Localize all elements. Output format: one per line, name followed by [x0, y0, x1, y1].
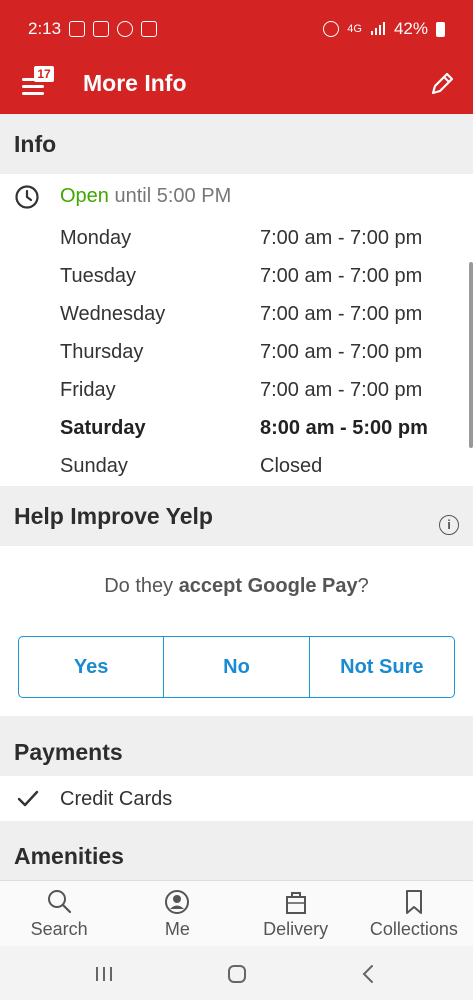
status-time: 2:13: [28, 19, 62, 38]
hours-day: Sunday: [60, 455, 128, 477]
bottom-navigation: Search Me Delivery Collections: [0, 880, 473, 946]
payments-heading: Payments: [0, 716, 473, 776]
hours-time: 7:00 am - 7:00 pm: [260, 303, 423, 325]
question-prefix: Do they: [104, 575, 179, 597]
clock-notification-icon: [117, 21, 134, 37]
hours-day: Tuesday: [60, 265, 136, 287]
hours-day: Wednesday: [60, 303, 166, 325]
help-heading: Help Improve Yelp: [0, 486, 473, 546]
checkmark-icon: [17, 790, 39, 807]
app-notification-icon: [69, 21, 86, 37]
help-heading-label: Help Improve Yelp: [14, 502, 213, 529]
open-label: Open: [60, 185, 109, 207]
info-icon[interactable]: i: [439, 515, 459, 535]
search-icon: [48, 890, 72, 914]
menu-button[interactable]: 17: [20, 66, 60, 100]
nav-label: Me: [164, 919, 190, 939]
bookmark-icon: [405, 890, 422, 914]
notification-badge: 17: [34, 66, 54, 82]
hours-day: Saturday: [60, 417, 146, 439]
profile-icon: [165, 890, 190, 914]
edit-pencil-icon[interactable]: [427, 69, 457, 99]
hours-time: 7:00 am - 7:00 pm: [260, 227, 423, 249]
open-status: Open until 5:00 PM: [60, 185, 231, 208]
nav-me[interactable]: Me: [118, 881, 236, 946]
not-sure-button[interactable]: Not Sure: [310, 637, 454, 697]
nav-collections[interactable]: Collections: [355, 881, 473, 946]
info-heading: Info: [0, 114, 473, 174]
system-navigation-bar: [0, 946, 473, 1000]
hours-time: Closed: [260, 455, 323, 477]
hours-day: Thursday: [60, 341, 144, 363]
hours-time: 7:00 am - 7:00 pm: [260, 265, 423, 287]
menu-icon-line: [22, 85, 44, 88]
question-bold: accept Google Pay: [178, 575, 358, 597]
hours-day: Monday: [60, 227, 132, 249]
status-bar: 2:13 4G 42%: [0, 0, 473, 58]
back-icon[interactable]: [355, 960, 383, 988]
menu-icon-line: [22, 92, 44, 95]
network-label: 4G: [347, 23, 362, 35]
page-title: More Info: [83, 70, 187, 96]
alarm-icon: [323, 21, 340, 37]
battery-percent: 42%: [393, 19, 428, 38]
app-notification-icon: [141, 21, 158, 37]
signal-icon: [370, 22, 385, 35]
recent-apps-icon[interactable]: [90, 960, 118, 988]
yes-button[interactable]: Yes: [19, 637, 165, 697]
question-suffix: ?: [357, 575, 369, 597]
payment-item: Credit Cards: [60, 788, 173, 810]
nav-label: Search: [30, 919, 88, 939]
no-button[interactable]: No: [164, 637, 310, 697]
nav-delivery[interactable]: Delivery: [237, 881, 355, 946]
hours-time: 7:00 am - 7:00 pm: [260, 379, 423, 401]
app-bar: 17 More Info: [0, 58, 473, 114]
amenities-heading: Amenities: [0, 821, 473, 880]
answer-choices: Yes No Not Sure: [18, 636, 455, 698]
open-until-label: until 5:00 PM: [114, 185, 232, 207]
scrollbar[interactable]: [469, 262, 473, 448]
nav-label: Delivery: [263, 919, 329, 939]
hours-time: 7:00 am - 7:00 pm: [260, 341, 423, 363]
nav-label: Collections: [369, 919, 458, 939]
hours-day: Friday: [60, 379, 116, 401]
hours-time: 8:00 am - 5:00 pm: [260, 417, 428, 439]
nav-search[interactable]: Search: [0, 881, 118, 946]
battery-icon: [436, 21, 445, 37]
delivery-bag-icon: [285, 892, 306, 914]
home-icon[interactable]: [223, 960, 251, 988]
mail-icon: [93, 21, 110, 37]
clock-icon: [15, 185, 39, 209]
question-text: Do they accept Google Pay?: [0, 575, 473, 598]
